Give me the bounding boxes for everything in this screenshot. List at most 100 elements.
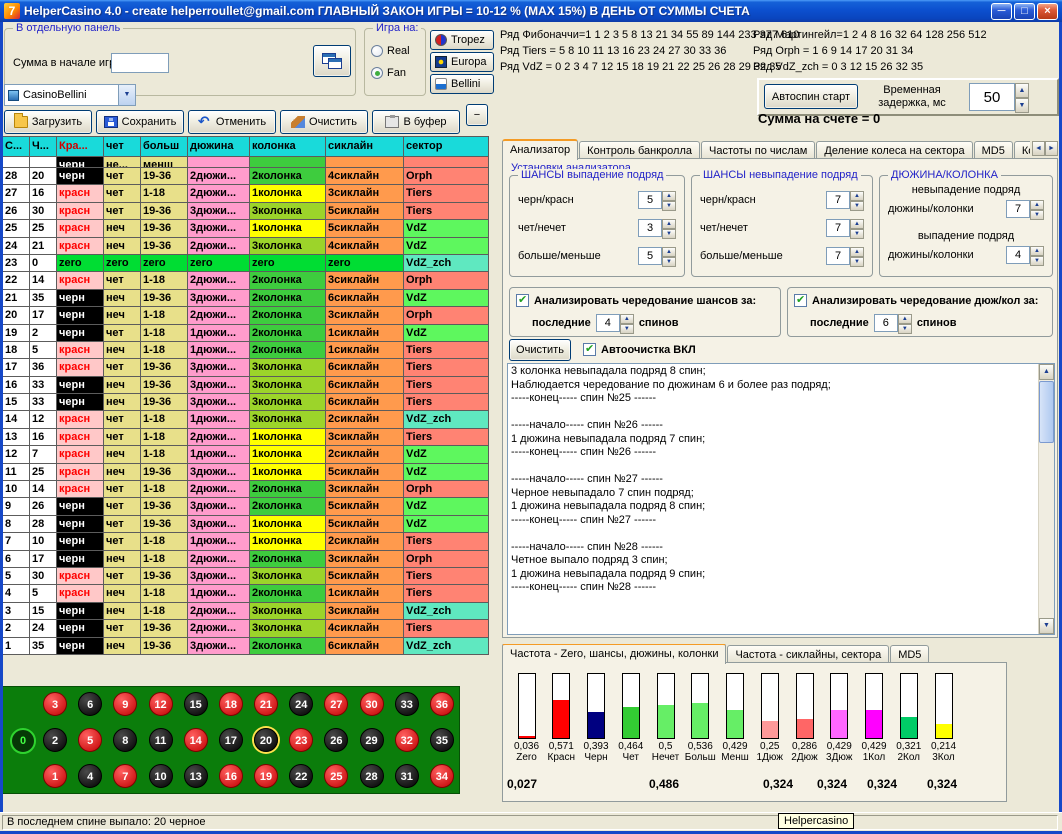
spin-up-icon[interactable]: ▲ xyxy=(850,219,864,229)
table-row[interactable]: 2214краснчет1-182дюжи...2колонка3сиклайн… xyxy=(3,272,488,288)
autospin-start-button[interactable]: Автоспин старт xyxy=(764,84,858,109)
table-row[interactable]: 617черннеч1-182дюжи...2колонка3сиклайнOr… xyxy=(3,551,488,567)
dozen-hit-spinner[interactable]: ▲▼ xyxy=(1006,246,1044,264)
casino-select[interactable]: CasinoBellini ▼ xyxy=(4,84,136,106)
roulette-number-21[interactable]: 21 xyxy=(254,692,278,716)
casino-button-tropez[interactable]: Tropez xyxy=(430,30,494,50)
roulette-number-16[interactable]: 16 xyxy=(219,764,243,788)
tab-1[interactable]: Анализатор xyxy=(502,139,578,160)
spin-input[interactable] xyxy=(638,247,662,265)
spin-input[interactable] xyxy=(826,247,850,265)
roulette-number-12[interactable]: 12 xyxy=(149,692,173,716)
spin-up-icon[interactable]: ▲ xyxy=(662,219,676,229)
roulette-number-1[interactable]: 1 xyxy=(43,764,67,788)
spin-up-icon[interactable]: ▲ xyxy=(1015,83,1029,98)
roulette-number-30[interactable]: 30 xyxy=(360,692,384,716)
spin-down-icon[interactable]: ▼ xyxy=(662,257,676,267)
table-row[interactable]: 1125красннеч19-363дюжи...1колонка5сиклай… xyxy=(3,464,488,480)
spin-down-icon[interactable]: ▼ xyxy=(850,257,864,267)
roulette-number-0[interactable]: 0 xyxy=(10,728,36,754)
spinner[interactable]: ▲▼ xyxy=(1006,246,1044,264)
spin-down-icon[interactable]: ▼ xyxy=(850,201,864,211)
roulette-number-31[interactable]: 31 xyxy=(395,764,419,788)
roulette-number-32[interactable]: 32 xyxy=(395,728,419,752)
title-bar[interactable]: 7 HelperCasino 4.0 - create helperroulle… xyxy=(0,0,1062,22)
table-row[interactable]: 1316краснчет1-182дюжи...1колонка3сиклайн… xyxy=(3,429,488,445)
table-row[interactable]: 127красннеч1-181дюжи...1колонка2сиклайнV… xyxy=(3,446,488,462)
scroll-down-icon[interactable]: ▼ xyxy=(1039,618,1054,634)
table-row[interactable]: 710чернчет1-181дюжи...1колонка2сиклайнTi… xyxy=(3,533,488,549)
roulette-number-8[interactable]: 8 xyxy=(113,728,137,752)
table-row[interactable]: 2421красннеч19-362дюжи...3колонка4сиклай… xyxy=(3,238,488,254)
spin-buttons[interactable]: ▲▼ xyxy=(1030,246,1044,264)
table-row[interactable]: 1533черннеч19-363дюжи...3колонка6сиклайн… xyxy=(3,394,488,410)
table-row[interactable]: 2716краснчет1-182дюжи...1колонка3сиклайн… xyxy=(3,185,488,201)
spin-buttons[interactable]: ▲▼ xyxy=(850,247,864,265)
spin-buttons[interactable]: ▲▼ xyxy=(662,219,676,237)
minimize-button[interactable]: ─ xyxy=(991,3,1012,20)
spinner[interactable]: ▲▼ xyxy=(596,314,634,332)
roulette-number-7[interactable]: 7 xyxy=(113,764,137,788)
clear-button[interactable]: Очистить xyxy=(280,110,368,134)
spinner[interactable]: ▲▼ xyxy=(874,314,912,332)
roulette-number-29[interactable]: 29 xyxy=(360,728,384,752)
load-button[interactable]: Загрузить xyxy=(4,110,92,134)
roulette-number-27[interactable]: 27 xyxy=(324,692,348,716)
spin-input[interactable] xyxy=(969,83,1015,111)
spinner[interactable]: ▲▼ xyxy=(826,219,864,237)
table-row[interactable]: 2017черннеч1-182дюжи...2колонка3сиклайнO… xyxy=(3,307,488,323)
dozens-spins-spinner[interactable]: ▲▼ xyxy=(874,314,912,332)
chances-spins-spinner[interactable]: ▲▼ xyxy=(596,314,634,332)
roulette-number-36[interactable]: 36 xyxy=(430,692,454,716)
spin-up-icon[interactable]: ▲ xyxy=(662,247,676,257)
table-row[interactable]: 1736краснчет19-363дюжи...3колонка6сиклай… xyxy=(3,359,488,375)
roulette-number-22[interactable]: 22 xyxy=(289,764,313,788)
tab-scroll-right-icon[interactable]: ► xyxy=(1045,141,1058,156)
table-row[interactable]: 2135черннеч19-363дюжи...2колонка6сиклайн… xyxy=(3,290,488,306)
table-row[interactable]: 1633черннеч19-363дюжи...3колонка6сиклайн… xyxy=(3,377,488,393)
spin-input[interactable] xyxy=(1006,200,1030,218)
table-row[interactable]: 2820чернчет19-362дюжи...2колонка4сиклайн… xyxy=(3,168,488,184)
log-scrollbar[interactable]: ▲ ▼ xyxy=(1038,364,1054,634)
table-row[interactable]: 1014краснчет1-182дюжи...2колонка3сиклайн… xyxy=(3,481,488,497)
casino-button-bellini[interactable]: Bellini xyxy=(430,74,494,94)
roulette-number-15[interactable]: 15 xyxy=(184,692,208,716)
spin-buttons[interactable]: ▲▼ xyxy=(898,314,912,332)
roulette-number-18[interactable]: 18 xyxy=(219,692,243,716)
roulette-number-24[interactable]: 24 xyxy=(289,692,313,716)
spin-down-icon[interactable]: ▼ xyxy=(850,229,864,239)
spins-table[interactable]: С...Ч...Кра...четбольшдюжинаколонкасикла… xyxy=(2,136,489,655)
spin-up-icon[interactable]: ▲ xyxy=(1030,200,1044,210)
table-row[interactable]: 2525красннеч19-363дюжи...1колонка5сиклай… xyxy=(3,220,488,236)
radio-fan[interactable]: Fan xyxy=(371,67,406,79)
roulette-number-5[interactable]: 5 xyxy=(78,728,102,752)
freq-tab-1[interactable]: Частота - Zero, шансы, дюжины, колонки xyxy=(502,644,726,664)
spinner[interactable]: ▲▼ xyxy=(638,191,676,209)
spin-buttons[interactable]: ▲▼ xyxy=(662,191,676,209)
table-row[interactable]: 1412краснчет1-181дюжи...3колонка2сиклайн… xyxy=(3,411,488,427)
table-row[interactable]: 828чернчет19-363дюжи...1колонка5сиклайнV… xyxy=(3,516,488,532)
spin-buttons[interactable]: ▲▼ xyxy=(850,191,864,209)
autoclear-checkbox[interactable] xyxy=(583,343,596,356)
spin-down-icon[interactable]: ▼ xyxy=(1030,210,1044,220)
spin-buttons[interactable]: ▲▼ xyxy=(620,314,634,332)
spinner[interactable]: ▲▼ xyxy=(826,191,864,209)
spin-up-icon[interactable]: ▲ xyxy=(850,247,864,257)
roulette-number-2[interactable]: 2 xyxy=(43,728,67,752)
roulette-number-34[interactable]: 34 xyxy=(430,764,454,788)
table-row[interactable]: 224чернчет19-362дюжи...3колонка4сиклайнT… xyxy=(3,620,488,636)
scroll-up-icon[interactable]: ▲ xyxy=(1039,364,1054,380)
start-sum-input[interactable] xyxy=(111,53,169,73)
spin-input[interactable] xyxy=(826,219,850,237)
spin-up-icon[interactable]: ▲ xyxy=(850,191,864,201)
spin-down-icon[interactable]: ▼ xyxy=(620,324,634,334)
spin-down-icon[interactable]: ▼ xyxy=(1015,98,1029,113)
roulette-number-19[interactable]: 19 xyxy=(254,764,278,788)
analysis-log[interactable]: 3 колонка невыпадала подряд 8 спин; Набл… xyxy=(507,363,1055,635)
undo-button[interactable]: Отменить xyxy=(188,110,276,134)
casino-button-europa[interactable]: Europa xyxy=(430,52,494,72)
spin-input[interactable] xyxy=(638,219,662,237)
spinner[interactable]: ▲▼ xyxy=(826,247,864,265)
roulette-number-26[interactable]: 26 xyxy=(324,728,348,752)
table-row[interactable]: 2630краснчет19-363дюжи...3колонка5сиклай… xyxy=(3,203,488,219)
